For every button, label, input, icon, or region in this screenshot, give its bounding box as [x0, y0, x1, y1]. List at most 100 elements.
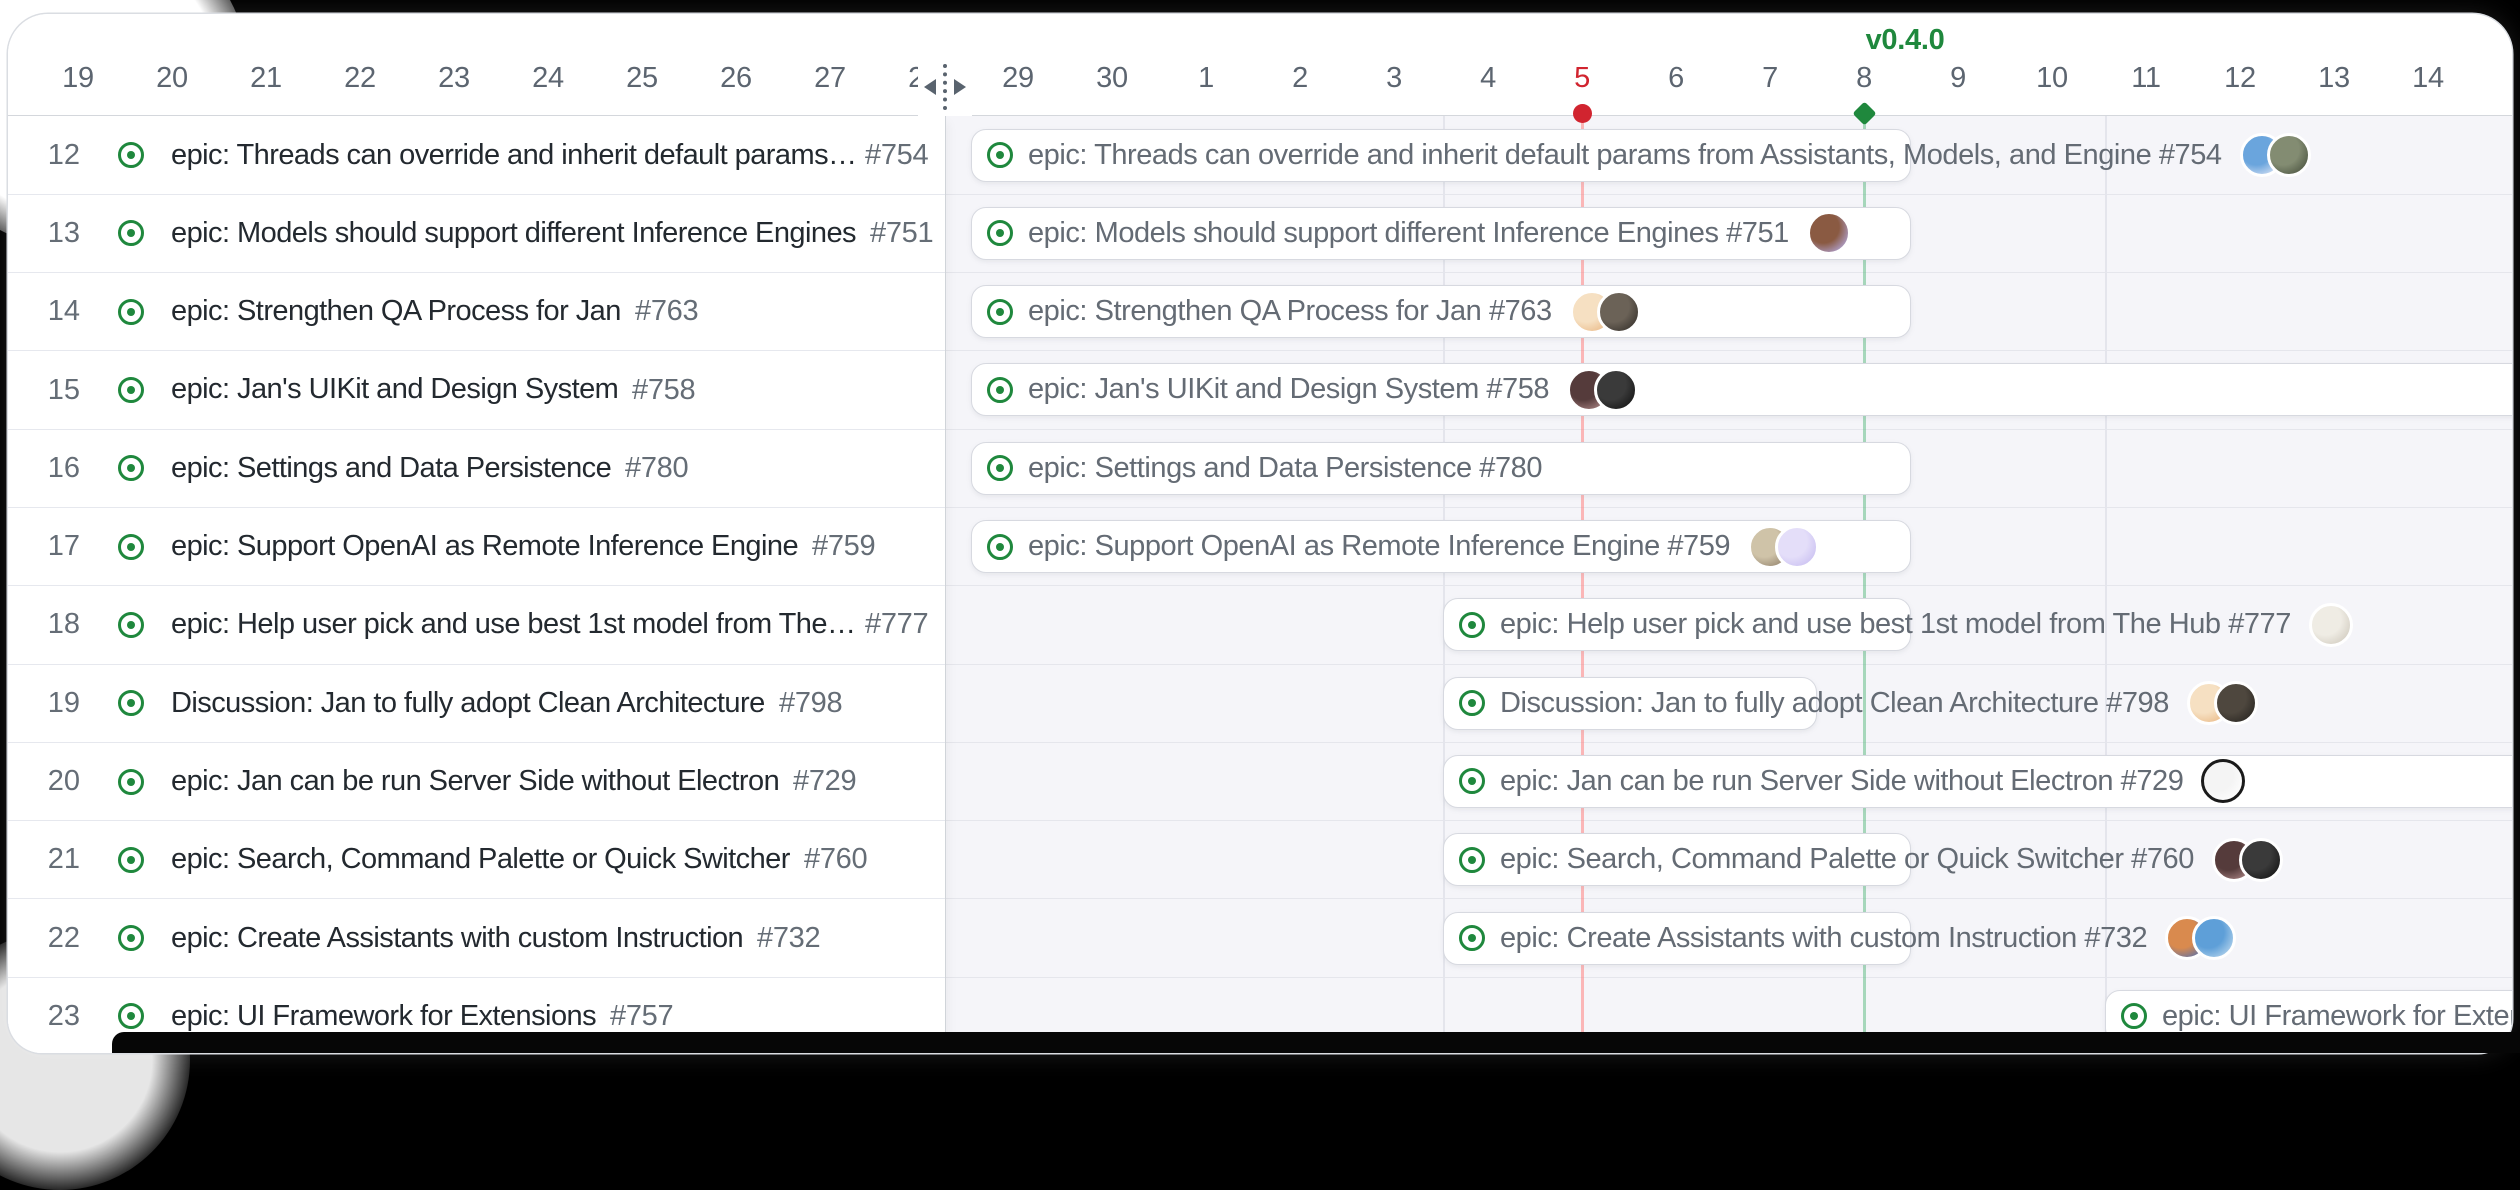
row-index: 16	[8, 430, 80, 507]
issue-row-751[interactable]: 13epic: Models should support different …	[8, 195, 945, 273]
assignee-avatars	[2165, 916, 2236, 960]
day-label-27: 27	[785, 62, 875, 95]
open-issue-icon	[118, 612, 144, 638]
day-label-7: 7	[1725, 62, 1815, 95]
issue-row-754[interactable]: 12 epic: Threads can override and inherit…	[8, 117, 945, 195]
roadmap-window: epic: Threads can override and inherit d…	[8, 14, 2512, 1053]
timeline-bar-content[interactable]: Discussion: Jan to fully adopt Clean Arc…	[1459, 677, 2258, 730]
timeline-row-777: epic: Help user pick and use best 1st mo…	[945, 586, 2512, 664]
open-issue-icon	[1459, 768, 1485, 794]
timeline-bar-content[interactable]: epic: Search, Command Palette or Quick S…	[1459, 833, 2283, 886]
avatar[interactable]	[1807, 211, 1851, 255]
avatar[interactable]	[2201, 759, 2245, 803]
open-issue-icon	[118, 1003, 144, 1029]
issue-number: #754	[865, 117, 928, 194]
issue-title[interactable]: epic: Jan can be run Server Side without…	[171, 743, 779, 820]
timeline-bar-content[interactable]: epic: Jan can be run Server Side without…	[1459, 755, 2245, 808]
timeline-bar-label: epic: Jan's UIKit and Design System #758	[1028, 373, 1549, 406]
assignee-avatars	[2240, 133, 2311, 177]
issue-title[interactable]: Discussion: Jan to fully adopt Clean Arc…	[171, 665, 765, 742]
issue-title[interactable]: epic: Settings and Data Persistence	[171, 430, 611, 507]
dotted-divider-icon	[943, 64, 947, 110]
avatar[interactable]	[1775, 525, 1819, 569]
timeline-date-header: v0.4.0 192021222324252627282930123456789…	[8, 14, 2512, 116]
timeline-bar-label: epic: Jan can be run Server Side without…	[1500, 765, 2183, 798]
timeline-row-759: epic: Support OpenAI as Remote Inference…	[945, 508, 2512, 586]
timeline-bar-label: epic: UI Framework for Extensions #757	[2162, 1000, 2512, 1033]
timeline-bar-label: epic: Help user pick and use best 1st mo…	[1500, 608, 2291, 641]
issue-row-777[interactable]: 18epic: Help user pick and use best 1st …	[8, 586, 945, 664]
avatar[interactable]	[2192, 916, 2236, 960]
open-issue-icon	[987, 455, 1013, 481]
issue-row-760[interactable]: 21epic: Search, Command Palette or Quick…	[8, 821, 945, 899]
issue-title[interactable]: epic: Support OpenAI as Remote Inference…	[171, 508, 798, 585]
day-label-26: 26	[691, 62, 781, 95]
issue-title[interactable]: epic: Strengthen QA Process for Jan	[171, 273, 621, 350]
avatar[interactable]	[2214, 681, 2258, 725]
open-issue-icon	[118, 299, 144, 325]
issue-row-729[interactable]: 20epic: Jan can be run Server Side witho…	[8, 743, 945, 821]
issue-row-758[interactable]: 15epic: Jan's UIKit and Design System#75…	[8, 351, 945, 429]
timeline-bar-content[interactable]: epic: Jan's UIKit and Design System #758	[987, 363, 1638, 416]
timeline-bar-content[interactable]: epic: Settings and Data Persistence #780	[987, 442, 1542, 495]
open-issue-icon	[987, 220, 1013, 246]
open-issue-icon	[1459, 690, 1485, 716]
open-issue-icon	[118, 769, 144, 795]
open-issue-icon	[2121, 1003, 2147, 1029]
bottom-dark-bar	[112, 1032, 2520, 1053]
avatar[interactable]	[2267, 133, 2311, 177]
day-label-13: 13	[2289, 62, 2379, 95]
issue-row-798[interactable]: 19 Discussion: Jan to fully adopt Clean A…	[8, 665, 945, 743]
assignee-avatars	[2201, 759, 2245, 803]
day-label-21: 21	[221, 62, 311, 95]
open-issue-icon	[118, 142, 144, 168]
timeline-row-751: epic: Models should support different In…	[945, 195, 2512, 273]
open-issue-icon	[118, 534, 144, 560]
timeline-bar-content[interactable]: epic: Strengthen QA Process for Jan #763	[987, 285, 1641, 338]
open-issue-icon	[118, 455, 144, 481]
issue-row-759[interactable]: 17epic: Support OpenAI as Remote Inferen…	[8, 508, 945, 586]
row-index: 14	[8, 273, 80, 350]
avatar[interactable]	[1594, 368, 1638, 412]
open-issue-icon	[118, 377, 144, 403]
issue-row-763[interactable]: 14epic: Strengthen QA Process for Jan#76…	[8, 273, 945, 351]
open-issue-icon	[1459, 847, 1485, 873]
day-label-5: 5	[1537, 62, 1627, 95]
avatar[interactable]	[2309, 603, 2353, 647]
open-issue-icon	[987, 534, 1013, 560]
panel-resize-handle-icon[interactable]	[918, 58, 972, 116]
timeline-bar-content[interactable]: epic: Help user pick and use best 1st mo…	[1459, 598, 2353, 651]
avatar[interactable]	[1597, 290, 1641, 334]
row-index: 19	[8, 665, 80, 742]
issue-title[interactable]: epic: Create Assistants with custom Inst…	[171, 900, 743, 977]
timeline-row-798: Discussion: Jan to fully adopt Clean Arc…	[945, 665, 2512, 743]
issue-title[interactable]: epic: Models should support different In…	[171, 195, 856, 272]
row-index: 22	[8, 900, 80, 977]
avatar[interactable]	[2239, 838, 2283, 882]
issue-number: #751	[870, 195, 933, 272]
open-issue-icon	[118, 847, 144, 873]
day-label-24: 24	[503, 62, 593, 95]
day-label-30: 30	[1067, 62, 1157, 95]
open-issue-icon	[987, 142, 1013, 168]
row-index: 12	[8, 117, 80, 194]
timeline-row-729: epic: Jan can be run Server Side without…	[945, 743, 2512, 821]
issue-row-780[interactable]: 16epic: Settings and Data Persistence#78…	[8, 430, 945, 508]
open-issue-icon	[1459, 612, 1485, 638]
milestone-version-label[interactable]: v0.4.0	[1866, 24, 1945, 57]
timeline-row-754: epic: Threads can override and inherit d…	[945, 117, 2512, 195]
row-index: 15	[8, 351, 80, 428]
timeline-bar-content[interactable]: epic: Support OpenAI as Remote Inference…	[987, 520, 1819, 573]
timeline-row-732: epic: Create Assistants with custom Inst…	[945, 900, 2512, 978]
timeline-bar-content[interactable]: epic: Create Assistants with custom Inst…	[1459, 912, 2236, 965]
timeline-bar-content[interactable]: epic: Threads can override and inherit d…	[987, 129, 2311, 182]
assignee-avatars	[2309, 603, 2353, 647]
issue-title[interactable]: epic: Threads can override and inherit d…	[171, 117, 859, 194]
issue-title[interactable]: epic: Jan's UIKit and Design System	[171, 351, 618, 428]
assignee-avatars	[1748, 525, 1819, 569]
day-label-9: 9	[1913, 62, 2003, 95]
issue-title[interactable]: epic: Help user pick and use best 1st mo…	[171, 586, 859, 663]
timeline-bar-content[interactable]: epic: Models should support different In…	[987, 207, 1851, 260]
issue-row-732[interactable]: 22 epic: Create Assistants with custom In…	[8, 900, 945, 978]
issue-title[interactable]: epic: Search, Command Palette or Quick S…	[171, 821, 790, 898]
